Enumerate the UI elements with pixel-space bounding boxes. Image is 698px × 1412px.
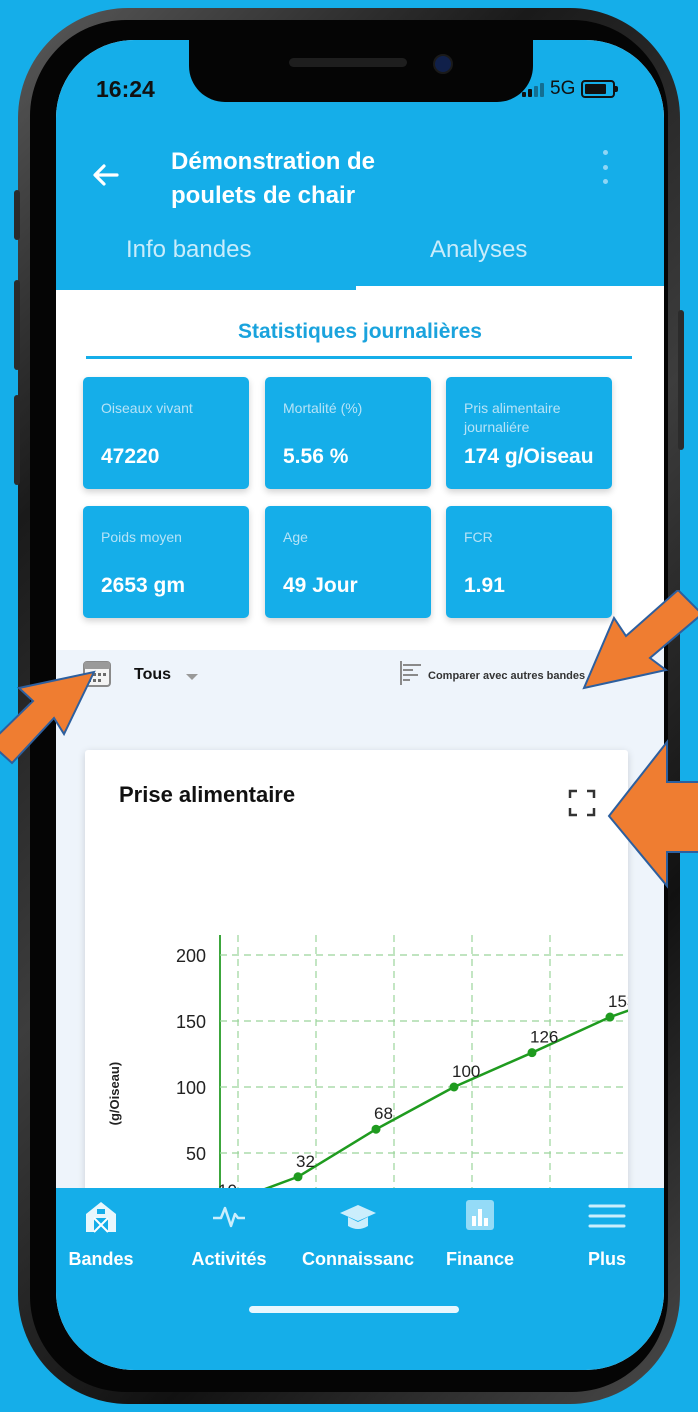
y-tick-label: 50	[186, 1144, 206, 1164]
nav-label: Connaissanc	[301, 1249, 415, 1269]
data-label: 100	[452, 1062, 480, 1081]
data-label: 126	[530, 1028, 558, 1047]
stat-card-label: Mortalité (%)	[283, 400, 363, 416]
activity-icon	[213, 1206, 245, 1228]
stat-card-label: Oiseaux vivant	[101, 400, 193, 416]
menu-icon	[588, 1204, 626, 1228]
nav-item-finance[interactable]: Finance	[430, 1196, 530, 1270]
y-tick-label: 150	[176, 1012, 206, 1032]
data-point	[293, 1172, 303, 1182]
side-button-volume-up	[14, 280, 20, 370]
annotation-arrow-chart	[607, 739, 698, 889]
stat-card-daily-feed[interactable]: Pris alimentaire journaliére 174 g/Oisea…	[446, 377, 612, 489]
graduation-cap-icon	[340, 1205, 376, 1229]
bottom-navigation: Bandes Activités Connaissanc Finance Plu…	[56, 1188, 664, 1370]
page-title-line1: Démonstration de	[171, 148, 376, 175]
section-divider	[86, 356, 632, 359]
annotation-arrow-calendar	[0, 670, 96, 765]
stat-card-mortality[interactable]: Mortalité (%) 5.56 %	[265, 377, 431, 489]
feed-intake-line-chart: 50100150200(g/Oiseau)103268100126153174	[107, 935, 628, 1220]
stat-card-value: 1.91	[464, 574, 505, 597]
stat-card-label: Pris alimentaire journaliére	[464, 400, 561, 435]
page-title-line2: poulets de chair	[171, 182, 356, 209]
stat-card-value: 47220	[101, 445, 160, 468]
camera-notch	[189, 40, 533, 102]
bar-chart-icon	[466, 1200, 494, 1230]
y-tick-label: 200	[176, 946, 206, 966]
data-point	[527, 1048, 537, 1058]
y-tick-label: 100	[176, 1078, 206, 1098]
data-label: 68	[374, 1104, 393, 1123]
stat-card-age[interactable]: Age 49 Jour	[265, 506, 431, 618]
side-button-mute	[14, 190, 20, 240]
data-point	[371, 1124, 381, 1134]
annotation-arrow-compare	[582, 590, 698, 690]
nav-label: Finance	[445, 1249, 515, 1269]
section-title: Statistiques journalières	[238, 320, 482, 343]
stat-card-value: 174 g/Oiseau	[464, 445, 594, 468]
data-label: 153	[608, 992, 628, 1011]
page-title: Démonstration de poulets de chair	[171, 145, 471, 213]
nav-item-activites[interactable]: Activités	[174, 1196, 284, 1270]
barn-icon	[86, 1202, 116, 1233]
tab-analyses[interactable]: Analyses	[430, 236, 527, 264]
nav-item-plus[interactable]: Plus	[562, 1196, 652, 1270]
status-time: 16:24	[96, 76, 155, 102]
home-indicator[interactable]	[249, 1306, 459, 1313]
status-indicators: 5G	[522, 78, 619, 100]
network-type: 5G	[550, 78, 576, 99]
compare-bands-button[interactable]: Comparer avec autres bandes	[428, 670, 585, 682]
series-line	[211, 1009, 628, 1217]
tab-info-bandes[interactable]: Info bandes	[126, 236, 251, 264]
nav-item-connaissance[interactable]: Connaissanc	[288, 1196, 428, 1270]
stat-card-birds-alive[interactable]: Oiseaux vivant 47220	[83, 377, 249, 489]
compare-icon[interactable]	[399, 660, 423, 686]
nav-label: Plus	[587, 1249, 626, 1269]
data-label: 32	[296, 1152, 315, 1171]
stat-card-label: Age	[283, 529, 308, 545]
more-options-icon[interactable]	[601, 150, 609, 184]
app-screen: 16:24 5G Démonstration de poulets de cha…	[56, 40, 664, 1370]
chevron-down-icon[interactable]	[186, 674, 198, 680]
stat-card-label: FCR	[464, 529, 493, 545]
battery-icon	[581, 80, 619, 98]
y-axis-label: (g/Oiseau)	[107, 1062, 122, 1126]
side-button-power	[678, 310, 684, 450]
period-selector[interactable]: Tous	[134, 666, 171, 684]
feed-intake-chart-card: Prise alimentaire 50100150200(g/Oiseau)1…	[85, 750, 628, 1220]
stat-card-value: 5.56 %	[283, 445, 349, 468]
back-arrow-icon[interactable]	[91, 160, 121, 190]
speaker-grille	[289, 58, 407, 67]
data-point	[449, 1082, 459, 1092]
front-camera	[433, 54, 453, 74]
side-button-volume-down	[14, 395, 20, 485]
nav-item-bandes[interactable]: Bandes	[56, 1196, 146, 1270]
nav-label: Bandes	[68, 1249, 134, 1269]
stat-card-value: 49 Jour	[283, 574, 358, 597]
stat-card-value: 2653 gm	[101, 574, 186, 597]
active-tab-indicator	[356, 286, 664, 290]
nav-label: Activités	[191, 1249, 267, 1269]
data-point	[605, 1012, 615, 1022]
stat-card-avg-weight[interactable]: Poids moyen 2653 gm	[83, 506, 249, 618]
stat-card-label: Poids moyen	[101, 529, 182, 545]
